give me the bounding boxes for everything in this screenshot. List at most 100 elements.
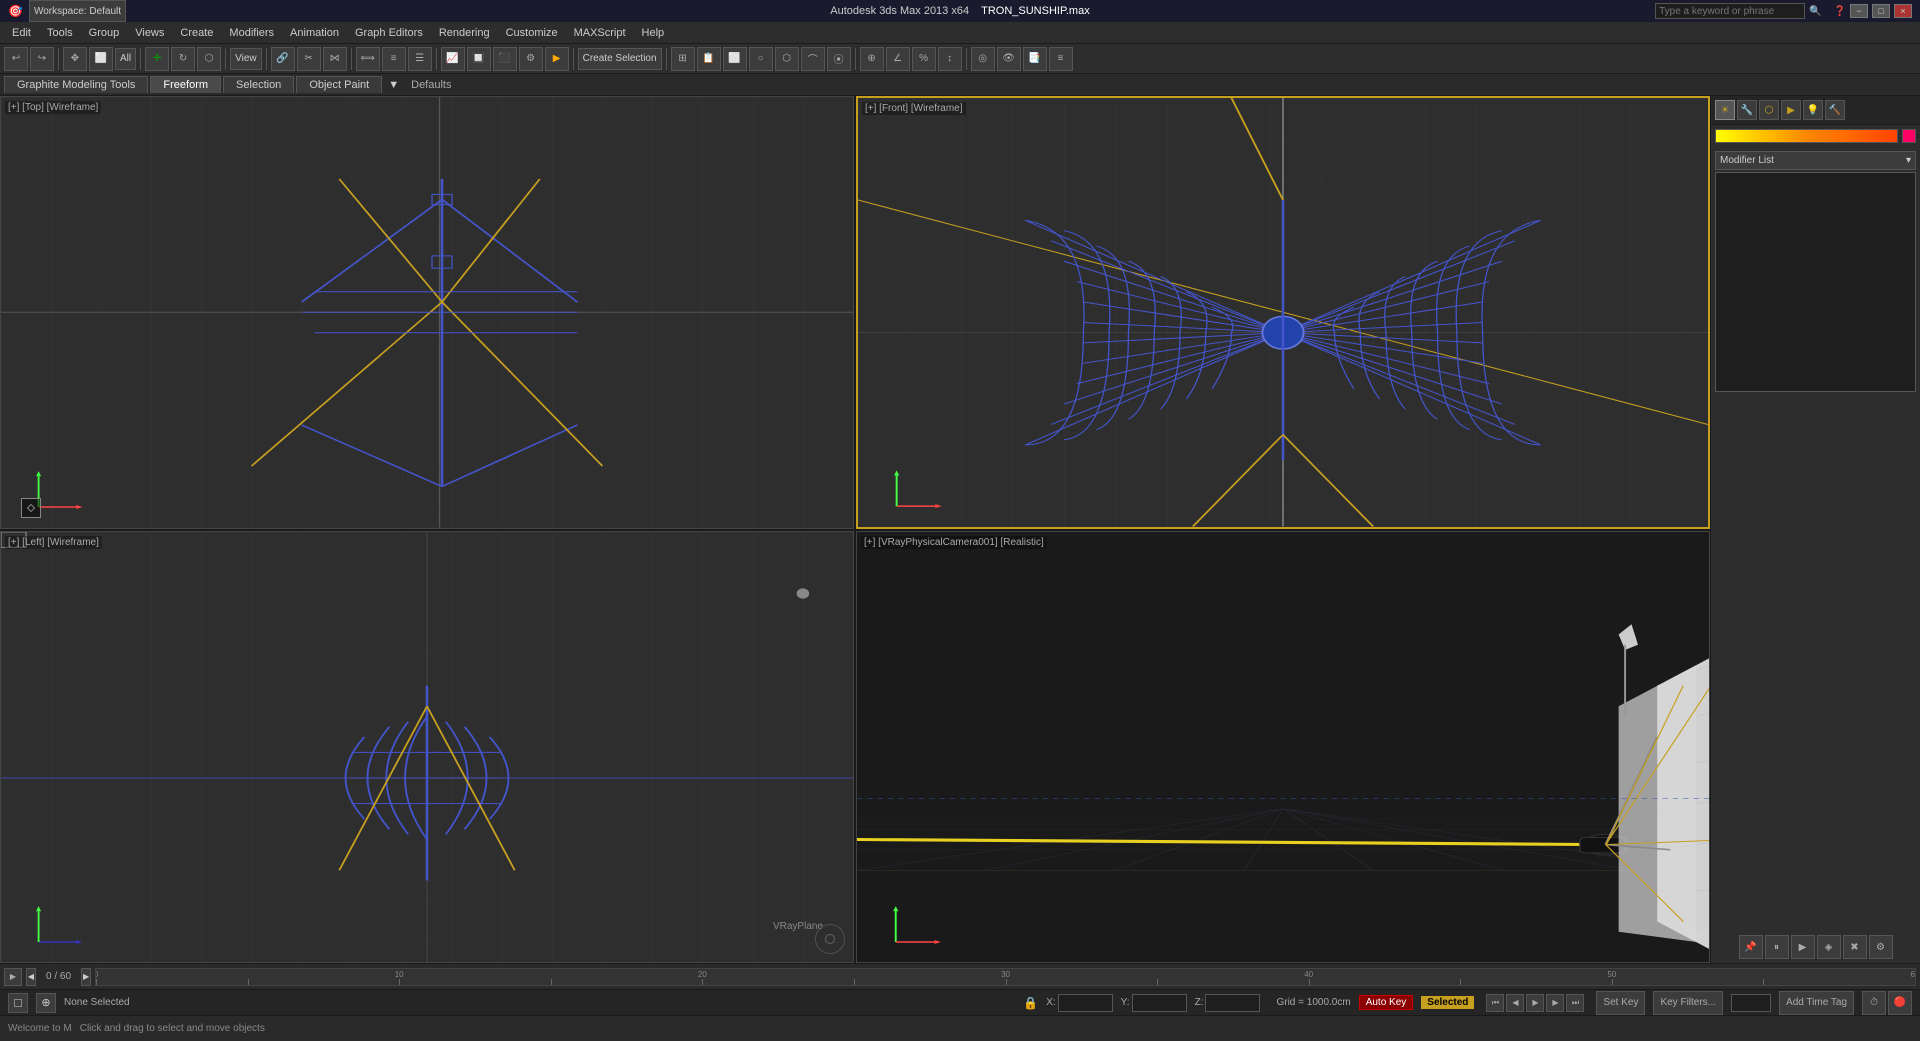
percent-snap-button[interactable]: % xyxy=(912,47,936,71)
configure-modifier-sets-button[interactable]: ⚙ xyxy=(1869,935,1893,959)
align-button[interactable]: ≡ xyxy=(382,47,406,71)
material-editor-button[interactable]: ⬛ xyxy=(493,47,517,71)
show-result-button[interactable]: ⏸ xyxy=(1765,935,1789,959)
play-icon-button[interactable]: ▶ xyxy=(4,968,22,986)
time-icon-1[interactable]: ⏱ xyxy=(1862,991,1886,1015)
menu-item-graph-editors[interactable]: Graph Editors xyxy=(347,25,431,41)
snaps-toggle[interactable]: ⊕ xyxy=(36,993,56,1013)
move-button[interactable]: ✛ xyxy=(145,47,169,71)
circle-select-button[interactable]: ○ xyxy=(749,47,773,71)
close-button[interactable]: × xyxy=(1894,4,1912,18)
create-selection-dropdown[interactable]: Create Selection xyxy=(578,48,662,70)
timeline-play-controls: ⏮ ◀ ▶ ▶ ⏭ xyxy=(1482,994,1588,1012)
menu-item-customize[interactable]: Customize xyxy=(498,25,566,41)
menu-item-edit[interactable]: Edit xyxy=(4,25,39,41)
tab-object-paint[interactable]: Object Paint xyxy=(296,76,382,93)
time-icon-2[interactable]: 🔴 xyxy=(1888,991,1912,1015)
viewport-camera[interactable]: [+] [VRayPhysicalCamera001] [Realistic] xyxy=(856,531,1710,964)
y-coord-input[interactable] xyxy=(1132,994,1187,1012)
quick-render-button[interactable]: ▶ xyxy=(545,47,569,71)
z-coord-input[interactable] xyxy=(1205,994,1260,1012)
remove-modifier-button[interactable]: ✖ xyxy=(1843,935,1867,959)
ref-coord-dropdown[interactable]: View xyxy=(230,48,262,70)
maximize-button[interactable]: □ xyxy=(1872,4,1890,18)
help-instruction: Click and drag to select and move object… xyxy=(80,1023,265,1034)
goto-end-button[interactable]: ⏭ xyxy=(1566,994,1584,1012)
curve-editor-button[interactable]: 📈 xyxy=(441,47,465,71)
panel-tab-hierarchy[interactable]: ⬡ xyxy=(1759,100,1779,120)
color-swatch-pink[interactable] xyxy=(1902,129,1916,143)
scale-button[interactable]: ⬡ xyxy=(197,47,221,71)
manage-layers-button[interactable]: 📑 xyxy=(1023,47,1047,71)
menu-item-help[interactable]: Help xyxy=(634,25,673,41)
key-filters-button[interactable]: Key Filters... xyxy=(1653,991,1723,1015)
spinner-snap-button[interactable]: ↕ xyxy=(938,47,962,71)
workspace-dropdown[interactable]: Workspace: Default xyxy=(29,0,126,22)
rotate-button[interactable]: ↻ xyxy=(171,47,195,71)
timeline-right-arrow[interactable]: ▶ xyxy=(81,968,91,986)
modifier-list-area[interactable] xyxy=(1715,172,1916,392)
auto-key-button[interactable]: Auto Key xyxy=(1359,995,1414,1010)
unlink-button[interactable]: ✂ xyxy=(297,47,321,71)
fence-select-button[interactable]: ⬡ xyxy=(775,47,799,71)
show-end-result-button[interactable]: ▶ xyxy=(1791,935,1815,959)
tab-graphite-modeling[interactable]: Graphite Modeling Tools xyxy=(4,76,148,93)
menu-item-maxscript[interactable]: MAXScript xyxy=(566,25,634,41)
prev-frame-button[interactable]: ◀ xyxy=(1506,994,1524,1012)
layer-mgr-button[interactable]: ☰ xyxy=(408,47,432,71)
panel-tab-utilities[interactable]: 🔨 xyxy=(1825,100,1845,120)
frame-input[interactable] xyxy=(1731,994,1771,1012)
title-bar: 🎯 Workspace: Default Autodesk 3ds Max 20… xyxy=(0,0,1920,22)
select-by-name-button[interactable]: 📋 xyxy=(697,47,721,71)
viewport-left-orbit[interactable] xyxy=(815,924,845,954)
lasso-select-button[interactable]: ⌒ xyxy=(801,47,825,71)
menu-item-views[interactable]: Views xyxy=(127,25,172,41)
menu-item-tools[interactable]: Tools xyxy=(39,25,81,41)
display-floater-button[interactable]: 👁 xyxy=(997,47,1021,71)
viewport-front[interactable]: [+] [Front] [Wireframe] xyxy=(856,96,1710,529)
viewport-top[interactable]: [+] [Top] [Wireframe] xyxy=(0,96,854,529)
timeline-left-arrow[interactable]: ◀ xyxy=(26,968,36,986)
menu-item-animation[interactable]: Animation xyxy=(282,25,347,41)
ribbon-toggle-button[interactable]: ≡ xyxy=(1049,47,1073,71)
panel-tab-display[interactable]: 💡 xyxy=(1803,100,1823,120)
angle-snap-button[interactable]: ∠ xyxy=(886,47,910,71)
viewport-mode-icon[interactable] xyxy=(8,993,28,1013)
select-region-button[interactable]: ⬜ xyxy=(89,47,113,71)
isolate-sel-button[interactable]: ◎ xyxy=(971,47,995,71)
menu-item-rendering[interactable]: Rendering xyxy=(431,25,498,41)
timeline-track[interactable]: 0102030405060 xyxy=(95,968,1916,986)
viewport-left[interactable]: [+] [Left] [Wireframe] xyxy=(0,531,854,964)
play-anim-button[interactable]: ▶ xyxy=(1526,994,1544,1012)
select-button[interactable]: ✥ xyxy=(63,47,87,71)
goto-start-button[interactable]: ⏮ xyxy=(1486,994,1504,1012)
filter-all-dropdown[interactable]: All xyxy=(115,48,136,70)
search-input[interactable] xyxy=(1655,3,1805,19)
tab-selection[interactable]: Selection xyxy=(223,76,294,93)
redo-button[interactable]: ↪ xyxy=(30,47,54,71)
tab-freeform[interactable]: Freeform xyxy=(150,76,221,93)
bind-space-warp-button[interactable]: ⋈ xyxy=(323,47,347,71)
mirror-button[interactable]: ⟺ xyxy=(356,47,380,71)
named-sel-sets-button[interactable]: ⊞ xyxy=(671,47,695,71)
menu-item-create[interactable]: Create xyxy=(172,25,221,41)
pin-stack-button[interactable]: 📌 xyxy=(1739,935,1763,959)
panel-tab-modify[interactable]: 🔧 xyxy=(1737,100,1757,120)
snap-toggle-button[interactable]: ⊕ xyxy=(860,47,884,71)
next-frame-button[interactable]: ▶ xyxy=(1546,994,1564,1012)
paint-select-button[interactable]: ⦿ xyxy=(827,47,851,71)
panel-tab-motion[interactable]: ▶ xyxy=(1781,100,1801,120)
add-time-tag-button[interactable]: Add Time Tag xyxy=(1779,991,1854,1015)
minimize-button[interactable]: − xyxy=(1850,4,1868,18)
menu-item-modifiers[interactable]: Modifiers xyxy=(221,25,282,41)
undo-button[interactable]: ↩ xyxy=(4,47,28,71)
rect-select-button[interactable]: ⬜ xyxy=(723,47,747,71)
menu-item-group[interactable]: Group xyxy=(81,25,128,41)
schematic-view-button[interactable]: 🔲 xyxy=(467,47,491,71)
panel-tab-create[interactable]: ☀ xyxy=(1715,100,1735,120)
link-button[interactable]: 🔗 xyxy=(271,47,295,71)
make-unique-button[interactable]: ◈ xyxy=(1817,935,1841,959)
render-setup-button[interactable]: ⚙ xyxy=(519,47,543,71)
x-coord-input[interactable] xyxy=(1058,994,1113,1012)
set-key-button[interactable]: Set Key xyxy=(1596,991,1645,1015)
